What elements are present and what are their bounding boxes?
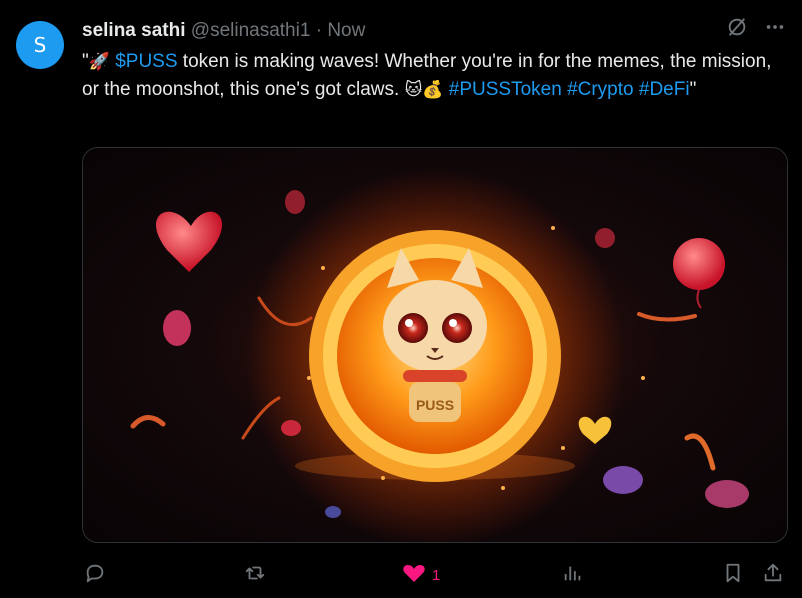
analytics-button[interactable] xyxy=(562,562,584,589)
bookmark-button[interactable] xyxy=(722,562,744,589)
rocket-emoji: 🚀 xyxy=(88,52,110,72)
close-quote: " xyxy=(689,79,697,100)
reply-icon xyxy=(84,562,106,589)
like-button[interactable]: 1 xyxy=(402,562,440,589)
post-top-icons xyxy=(726,16,786,38)
display-name[interactable]: selina sathi xyxy=(82,20,186,41)
money-emoji: 💰 xyxy=(422,80,444,100)
coin-text: PUSS xyxy=(416,397,454,413)
more-icon[interactable] xyxy=(764,16,786,38)
hashtag-pusstoken[interactable]: #PUSSToken xyxy=(449,79,562,100)
share-button[interactable] xyxy=(762,562,784,589)
action-bar: 1 xyxy=(82,558,786,590)
avatar-letter: S xyxy=(33,33,47,57)
handle[interactable]: @selinasathi1 xyxy=(191,20,311,41)
retweet-button[interactable] xyxy=(244,562,266,589)
open-quote: " xyxy=(82,51,89,72)
post-header: selina sathi @selinasathi1 · Now xyxy=(82,20,365,42)
retweet-icon xyxy=(244,562,266,589)
bookmark-icon xyxy=(722,562,744,589)
reply-button[interactable] xyxy=(84,562,106,589)
post-text: "🚀 $PUSS token is making waves! Whether … xyxy=(82,48,782,104)
avatar[interactable]: S xyxy=(16,21,64,69)
share-icon xyxy=(762,562,784,589)
post-image[interactable]: PUSS xyxy=(82,147,788,543)
heart-icon xyxy=(402,562,426,589)
hashtag-crypto[interactable]: #Crypto xyxy=(567,79,634,100)
coin-illustration: PUSS xyxy=(83,148,787,542)
hashtag-defi[interactable]: #DeFi xyxy=(639,79,690,100)
like-count: 1 xyxy=(432,567,441,584)
grok-icon[interactable] xyxy=(726,16,748,38)
separator-dot: · xyxy=(315,20,323,41)
cashtag-link[interactable]: $PUSS xyxy=(115,51,177,72)
timestamp[interactable]: Now xyxy=(327,20,365,41)
cat-emoji: 🐱 xyxy=(404,80,423,100)
analytics-icon xyxy=(562,562,584,589)
